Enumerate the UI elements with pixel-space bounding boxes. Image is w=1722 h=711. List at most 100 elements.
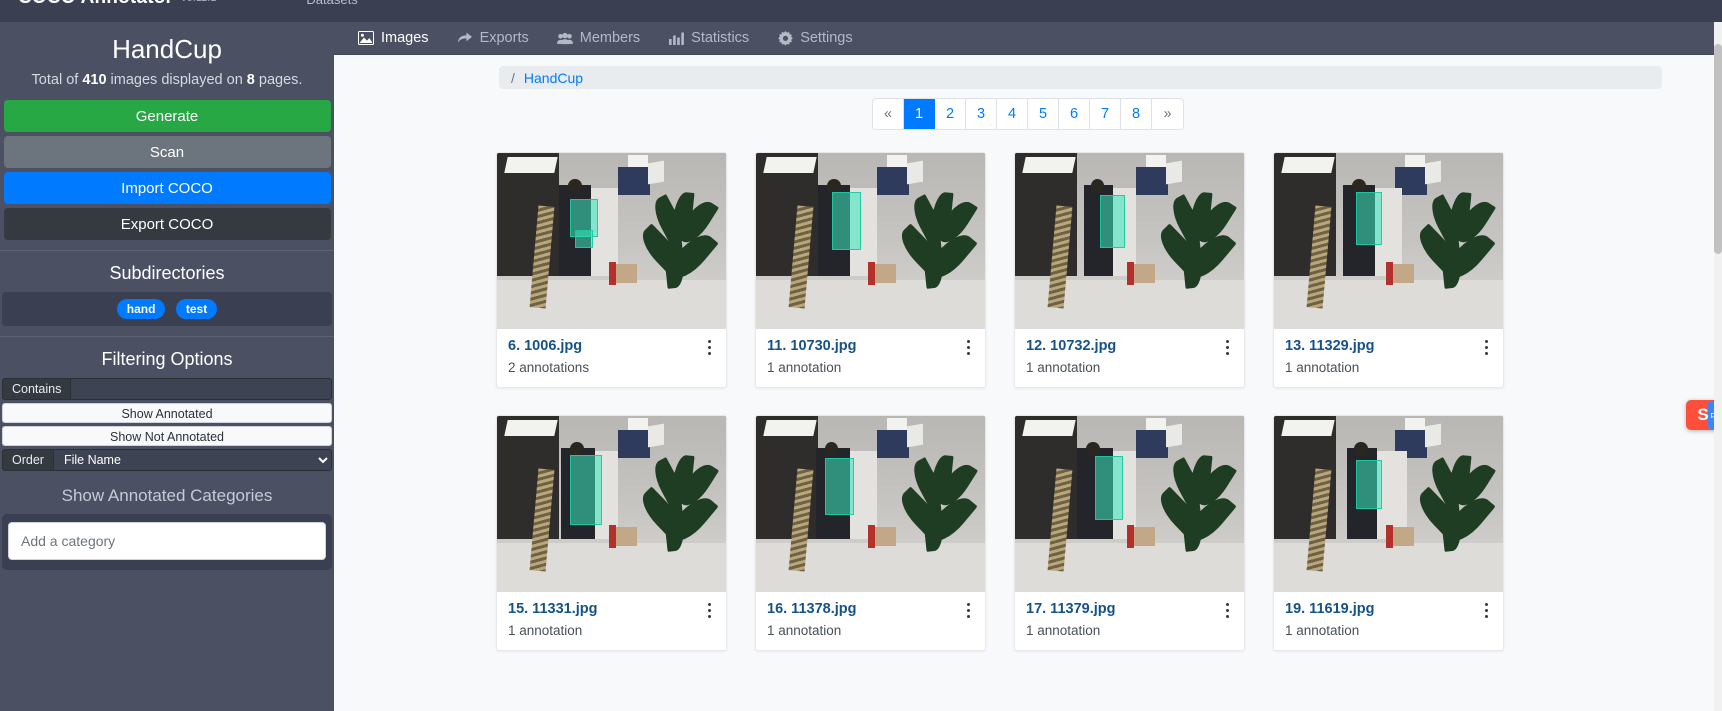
image-thumbnail[interactable] — [1274, 153, 1503, 329]
order-select[interactable]: File Name — [52, 449, 332, 471]
tab-images[interactable]: Images — [344, 22, 443, 55]
pagination-row: « 1 2 3 4 5 6 7 8 » — [334, 98, 1722, 130]
annotation-overlay — [1099, 195, 1125, 249]
pagination-page-4[interactable]: 4 — [997, 99, 1028, 129]
order-filter-row: Order File Name — [2, 449, 332, 471]
image-card[interactable]: 15. 11331.jpg 1 annotation — [496, 415, 727, 651]
image-card[interactable]: 6. 1006.jpg 2 annotations — [496, 152, 727, 388]
pagination-page-3[interactable]: 3 — [966, 99, 997, 129]
tab-settings[interactable]: Settings — [763, 22, 866, 55]
image-title[interactable]: 17. 11379.jpg — [1026, 601, 1233, 617]
image-annotation-count: 1 annotation — [508, 623, 583, 638]
image-thumbnail[interactable] — [497, 153, 726, 329]
tab-members-label: Members — [579, 30, 641, 46]
gear-icon — [777, 30, 793, 46]
scan-button[interactable]: Scan — [3, 136, 331, 168]
nav-datasets-link[interactable]: Datasets — [306, 0, 357, 7]
image-title[interactable]: 11. 10730.jpg — [767, 338, 974, 354]
pagination-next[interactable]: » — [1152, 99, 1183, 129]
pagination-page-5[interactable]: 5 — [1028, 99, 1059, 129]
annotation-overlay — [1356, 191, 1382, 245]
image-thumbnail[interactable] — [1274, 416, 1503, 592]
image-thumbnail[interactable] — [497, 416, 726, 592]
image-card-body: 15. 11331.jpg 1 annotation — [497, 592, 726, 650]
kebab-menu-icon[interactable] — [1220, 337, 1234, 357]
annotation-overlay — [1356, 460, 1382, 510]
image-title[interactable]: 12. 10732.jpg — [1026, 338, 1233, 354]
plant-decoration — [1411, 453, 1499, 564]
image-thumbnail[interactable] — [756, 416, 985, 592]
annotation-overlay — [824, 458, 855, 515]
tab-members[interactable]: Members — [543, 22, 654, 55]
plant-decoration — [1411, 190, 1499, 301]
image-card[interactable]: 19. 11619.jpg 1 annotation — [1273, 415, 1504, 651]
tab-statistics[interactable]: Statistics — [654, 22, 763, 55]
breadcrumb-current[interactable]: HandCup — [524, 70, 583, 86]
image-card-body: 11. 10730.jpg 1 annotation — [756, 329, 985, 387]
image-card[interactable]: 16. 11378.jpg 1 annotation — [755, 415, 986, 651]
tab-exports-label: Exports — [479, 30, 529, 46]
generate-button[interactable]: Generate — [3, 100, 331, 132]
order-label: Order — [2, 449, 53, 471]
filtering-options-heading: Filtering Options — [101, 349, 233, 369]
export-coco-button[interactable]: Export COCO — [3, 208, 331, 240]
pagination-page-2[interactable]: 2 — [935, 99, 966, 129]
image-annotation-count: 1 annotation — [1026, 360, 1101, 375]
pagination-page-7[interactable]: 7 — [1090, 99, 1121, 129]
summary-prefix: Total of — [31, 72, 83, 88]
pagination-page-8[interactable]: 8 — [1121, 99, 1152, 129]
tab-statistics-label: Statistics — [691, 30, 750, 46]
summary-mid: images displayed on — [106, 72, 247, 88]
plant-decoration — [1152, 453, 1240, 564]
page-scrollbar-track[interactable] — [1714, 22, 1722, 711]
image-annotation-count: 1 annotation — [1285, 623, 1360, 638]
summary-page-count: 8 — [246, 72, 255, 88]
chart-bar-icon — [668, 30, 684, 46]
image-thumbnail[interactable] — [1015, 153, 1244, 329]
image-card[interactable]: 13. 11329.jpg 1 annotation — [1273, 152, 1504, 388]
image-card[interactable]: 11. 10730.jpg 1 annotation — [755, 152, 986, 388]
contains-input[interactable] — [70, 378, 332, 400]
page-scrollbar-thumb[interactable] — [1714, 44, 1722, 254]
pagination: « 1 2 3 4 5 6 7 8 » — [872, 98, 1184, 130]
dataset-summary: Total of 410 images displayed on 8 pages… — [0, 68, 334, 98]
kebab-menu-icon[interactable] — [1220, 600, 1234, 620]
tab-exports[interactable]: Exports — [443, 22, 543, 55]
plant-decoration — [634, 190, 722, 301]
kebab-menu-icon[interactable] — [1479, 600, 1493, 620]
subdirectory-tag-hand[interactable]: hand — [116, 299, 166, 319]
image-title[interactable]: 16. 11378.jpg — [767, 601, 974, 617]
contains-filter-row: Contains — [2, 378, 332, 400]
kebab-menu-icon[interactable] — [702, 337, 716, 357]
image-thumbnail[interactable] — [1015, 416, 1244, 592]
image-card[interactable]: 17. 11379.jpg 1 annotation — [1014, 415, 1245, 651]
image-title[interactable]: 6. 1006.jpg — [508, 338, 715, 354]
pagination-prev[interactable]: « — [873, 99, 904, 129]
image-card-body: 19. 11619.jpg 1 annotation — [1274, 592, 1503, 650]
image-card-body: 16. 11378.jpg 1 annotation — [756, 592, 985, 650]
kebab-menu-icon[interactable] — [961, 600, 975, 620]
share-icon — [457, 30, 473, 46]
kebab-menu-icon[interactable] — [702, 600, 716, 620]
kebab-menu-icon[interactable] — [961, 337, 975, 357]
main-nav-tabs: Images Exports Members Statistics Settin… — [334, 22, 1722, 55]
show-annotated-button[interactable]: Show Annotated — [2, 403, 332, 423]
pagination-page-6[interactable]: 6 — [1059, 99, 1090, 129]
subdirectory-tag-test[interactable]: test — [175, 299, 218, 319]
image-title[interactable]: 19. 11619.jpg — [1285, 601, 1492, 617]
show-not-annotated-button[interactable]: Show Not Annotated — [2, 426, 332, 446]
image-card[interactable]: 12. 10732.jpg 1 annotation — [1014, 152, 1245, 388]
kebab-menu-icon[interactable] — [1479, 337, 1493, 357]
breadcrumb-separator: / — [511, 69, 515, 86]
image-card-body: 13. 11329.jpg 1 annotation — [1274, 329, 1503, 387]
image-thumbnail[interactable] — [756, 153, 985, 329]
add-category-input[interactable] — [8, 522, 326, 560]
image-title[interactable]: 15. 11331.jpg — [508, 601, 715, 617]
image-annotation-count: 1 annotation — [767, 623, 842, 638]
image-title[interactable]: 13. 11329.jpg — [1285, 338, 1492, 354]
import-coco-button[interactable]: Import COCO — [3, 172, 331, 204]
pagination-page-1[interactable]: 1 — [904, 99, 935, 129]
subdirectories-list: hand test — [2, 292, 332, 326]
annotation-overlay — [831, 191, 862, 250]
category-input-wrapper — [2, 514, 332, 570]
